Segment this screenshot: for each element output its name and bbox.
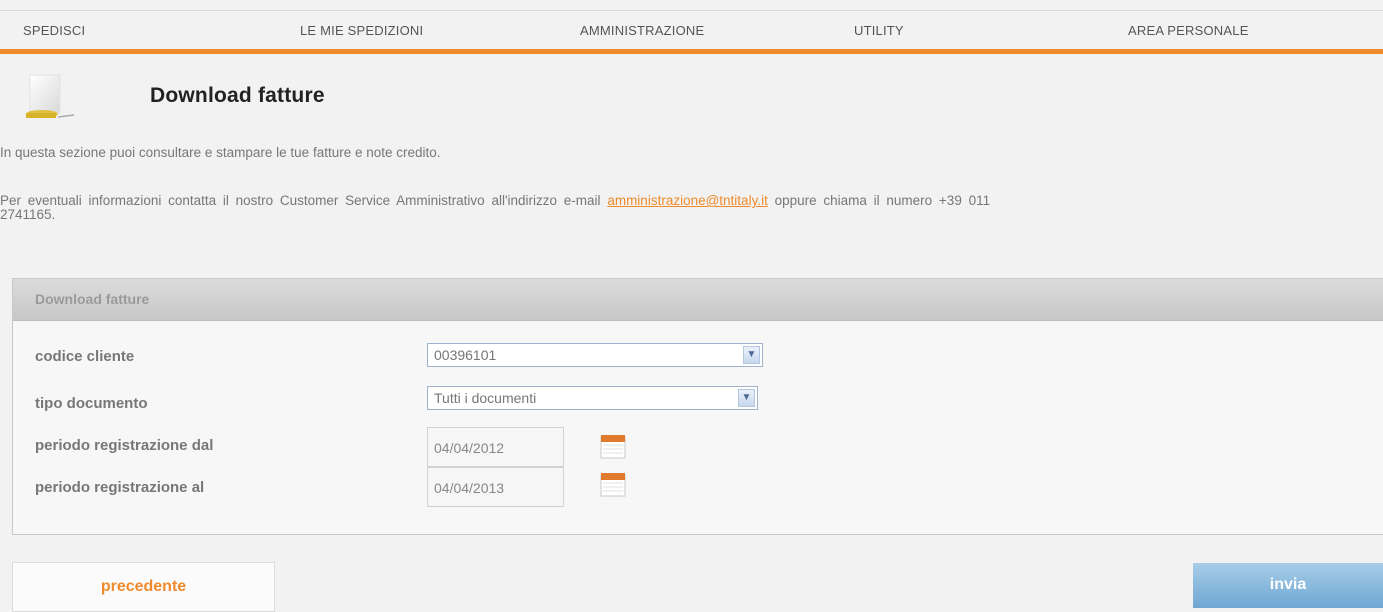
calendar-icon[interactable] [598, 431, 628, 461]
codice-cliente-select[interactable]: 00396101 ▼ [427, 343, 763, 367]
periodo-al-value: 04/04/2013 [434, 480, 505, 496]
periodo-al-input[interactable]: 04/04/2013 [427, 467, 564, 507]
periodo-dal-value: 04/04/2012 [434, 440, 505, 456]
contact-info-text: Per eventuali informazioni contatta il n… [0, 193, 601, 208]
calendar-icon[interactable] [598, 469, 628, 499]
email-link[interactable]: amministrazione@tntitaly.it [607, 193, 768, 208]
submit-button-label: invia [1269, 576, 1307, 593]
nav-item-utility[interactable]: UTILITY [854, 23, 904, 38]
nav-item-le-mie-spedizioni[interactable]: LE MIE SPEDIZIONI [300, 23, 423, 38]
page-title: Download fatture [150, 84, 325, 107]
intro-text: In questa sezione puoi consultare e stam… [0, 145, 441, 160]
previous-button[interactable]: precedente [12, 562, 275, 612]
panel-title: Download fatture [35, 291, 150, 307]
main-nav: SPEDISCI LE MIE SPEDIZIONI AMMINISTRAZIO… [0, 11, 1383, 49]
download-panel: Download fatture codice cliente 00396101… [12, 278, 1383, 535]
codice-cliente-value: 00396101 [434, 347, 497, 363]
periodo-dal-input[interactable]: 04/04/2012 [427, 427, 564, 467]
previous-button-label: precedente [100, 578, 187, 595]
submit-button[interactable]: invia [1193, 563, 1383, 608]
periodo-dal-label: periodo registrazione dal [35, 437, 214, 454]
tipo-documento-value: Tutti i documenti [434, 390, 537, 406]
chevron-down-icon[interactable]: ▼ [743, 346, 760, 364]
periodo-al-label: periodo registrazione al [35, 479, 205, 496]
nav-item-amministrazione[interactable]: AMMINISTRAZIONE [580, 23, 704, 38]
tipo-documento-select[interactable]: Tutti i documenti ▼ [427, 386, 758, 410]
nav-item-area-personale[interactable]: AREA PERSONALE [1128, 23, 1249, 38]
nav-item-spedisci[interactable]: SPEDISCI [23, 23, 85, 38]
contact-phone-text: oppure chiama il numero +39 011 [774, 193, 991, 208]
tipo-documento-label: tipo documento [35, 395, 148, 412]
contact-info: Per eventuali informazioni contatta il n… [0, 194, 1383, 222]
chevron-down-icon[interactable]: ▼ [738, 389, 755, 407]
document-icon [26, 74, 75, 118]
nav-accent-bar [0, 49, 1383, 54]
panel-header: Download fatture [13, 279, 1383, 321]
contact-phone-number: 2741165. [0, 207, 56, 222]
codice-cliente-label: codice cliente [35, 348, 135, 365]
